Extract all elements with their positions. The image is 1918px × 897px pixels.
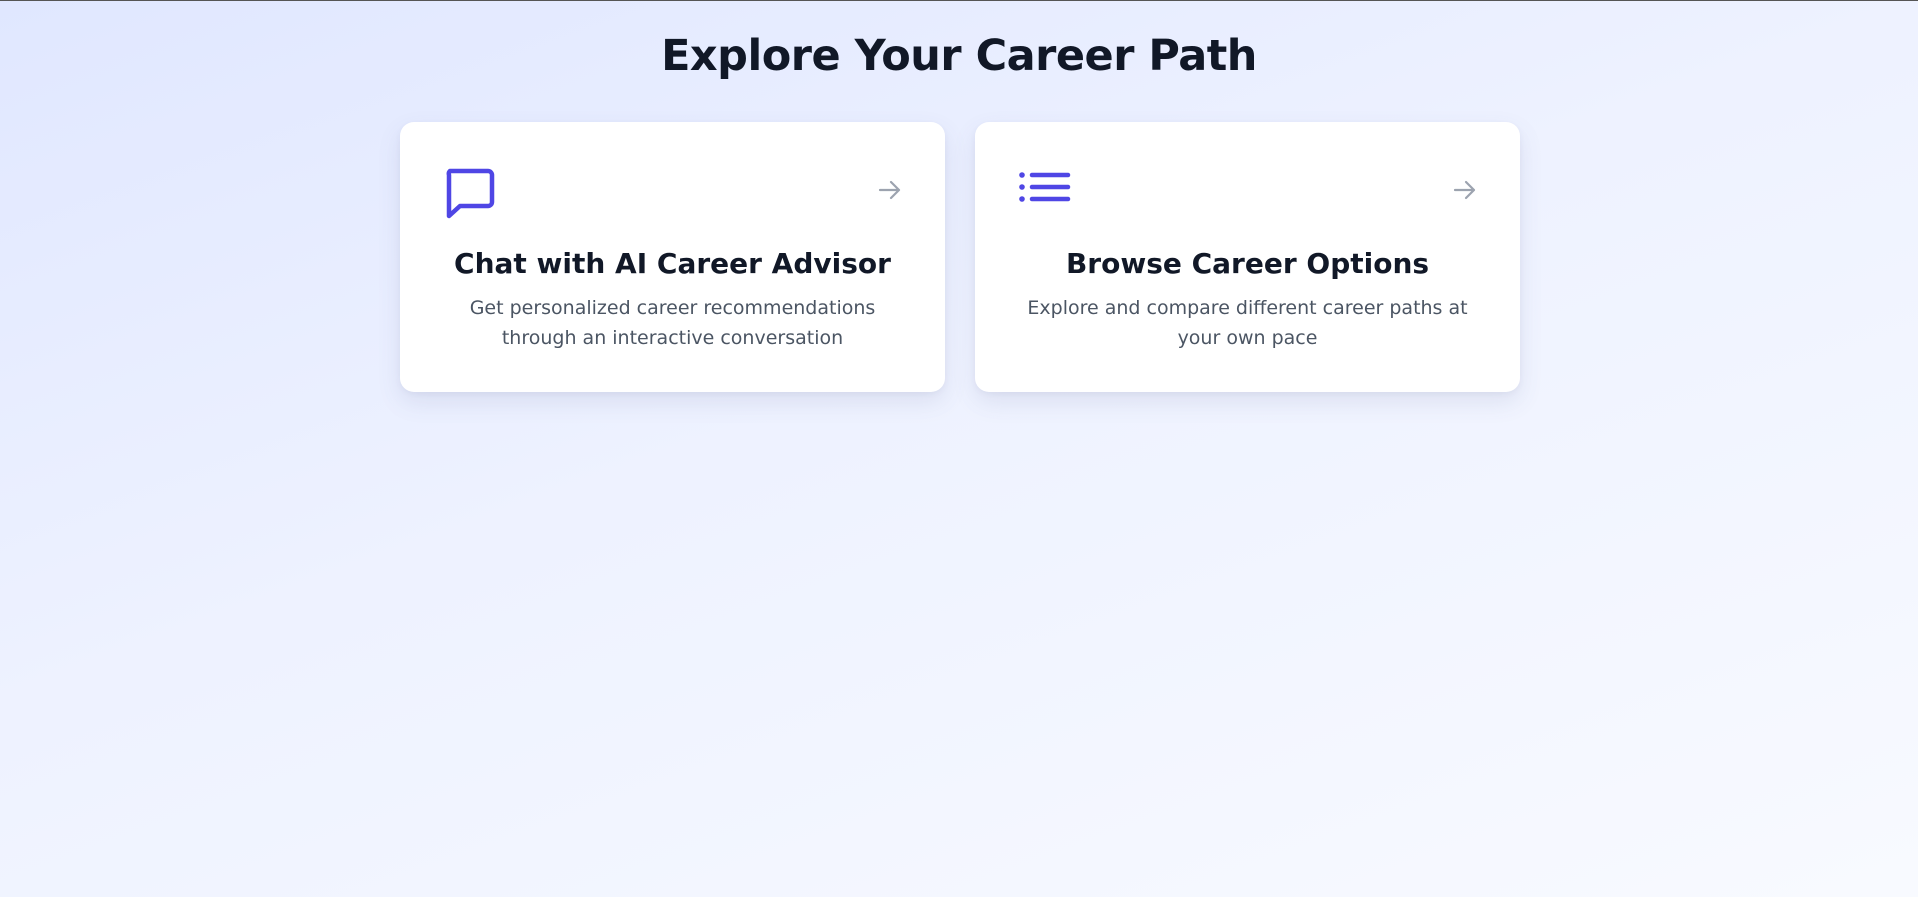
- card-description: Get personalized career recommendations …: [469, 297, 876, 349]
- chat-advisor-card[interactable]: Chat with AI Career Advisor Get personal…: [400, 122, 945, 392]
- arrow-right-icon: [878, 180, 901, 200]
- card-description: Explore and compare different career pat…: [1027, 297, 1468, 349]
- card-title: Browse Career Options: [1065, 247, 1430, 280]
- list-icon: [1019, 172, 1071, 202]
- page-title: Explore Your Career Path: [661, 31, 1257, 81]
- chat-bubble-icon: [446, 168, 495, 219]
- browse-options-card[interactable]: Browse Career Options Explore and compar…: [975, 122, 1520, 392]
- card-title: Chat with AI Career Advisor: [454, 247, 891, 280]
- arrow-right-icon: [1453, 180, 1476, 200]
- option-cards: Chat with AI Career Advisor Get personal…: [400, 122, 1520, 392]
